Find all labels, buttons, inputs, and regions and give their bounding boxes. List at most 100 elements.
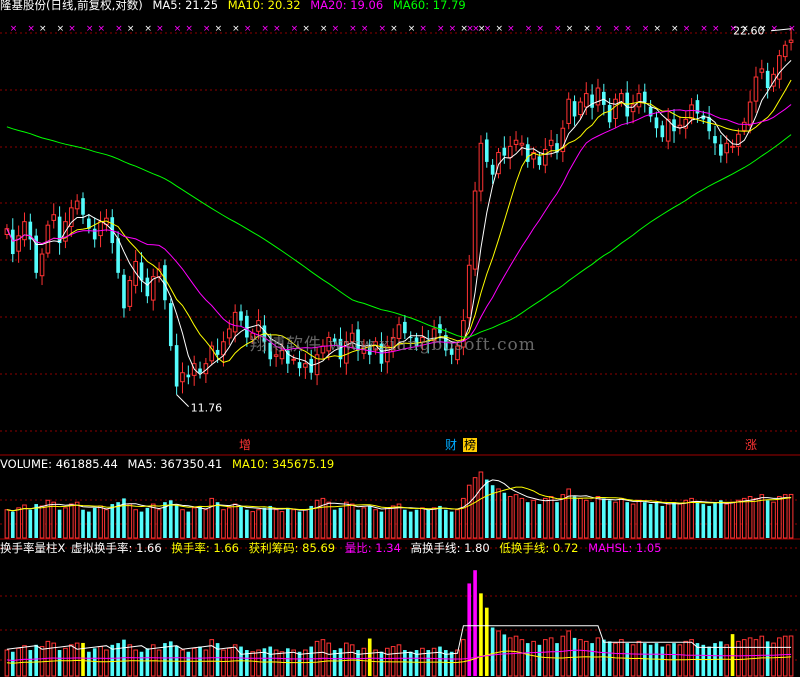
virtual-turnover-readout: 虚拟换手率: 1.66 bbox=[71, 541, 162, 555]
ma20-line bbox=[6, 104, 792, 354]
turnover-bar bbox=[250, 651, 256, 677]
turnover-rate-readout: 换手率: 1.66 bbox=[171, 541, 239, 555]
volume-bar bbox=[232, 503, 238, 539]
candle-body bbox=[273, 354, 279, 357]
volume-bar bbox=[648, 504, 653, 538]
volume-bar bbox=[150, 503, 156, 539]
candle-body bbox=[232, 311, 238, 333]
volume-bar bbox=[420, 507, 425, 539]
volume-bar bbox=[10, 511, 15, 538]
turnover-bar bbox=[163, 643, 167, 676]
volume-bar bbox=[788, 493, 794, 539]
volume-bar bbox=[256, 509, 261, 539]
turnover-bar bbox=[326, 642, 332, 677]
volume-bar bbox=[250, 511, 256, 539]
signal-mark: × bbox=[273, 24, 281, 34]
turnover-bar bbox=[226, 647, 232, 677]
volume-bar bbox=[414, 509, 419, 538]
signal-mark: × bbox=[624, 24, 632, 34]
volume-bar bbox=[408, 511, 413, 538]
volume-bar bbox=[356, 509, 360, 538]
badge-finance[interactable]: 财 bbox=[444, 438, 458, 452]
turnover-bar bbox=[765, 641, 770, 676]
volume-bar bbox=[513, 494, 519, 539]
candle-body bbox=[45, 224, 51, 254]
volume-bar bbox=[390, 505, 396, 539]
volume-bar bbox=[438, 505, 442, 538]
volume-bar bbox=[303, 509, 308, 539]
signal-mark: × bbox=[390, 24, 398, 34]
volume-bar bbox=[156, 509, 162, 539]
signal-mark: × bbox=[566, 24, 574, 34]
candle-body bbox=[537, 156, 542, 166]
low-price-label: 11.76 bbox=[191, 402, 223, 415]
signal-mark: × bbox=[554, 24, 562, 34]
signal-mark: × bbox=[419, 24, 427, 34]
vol-ma5-readout: MA5: 367350.41 bbox=[127, 457, 223, 471]
signal-mark: × bbox=[144, 24, 152, 34]
low-turnover-readout: 低换手线: 0.72 bbox=[499, 541, 579, 555]
candle-body bbox=[74, 200, 80, 210]
turnover-bar bbox=[16, 647, 21, 677]
signal-mark: × bbox=[507, 24, 515, 34]
candle-body bbox=[636, 93, 642, 108]
candle-body bbox=[607, 104, 612, 123]
volume-bar bbox=[68, 503, 74, 539]
signal-mark: × bbox=[613, 24, 621, 34]
turnover-bar bbox=[701, 644, 706, 676]
candle-body bbox=[215, 349, 220, 355]
turnover-panel-header: 换手率量柱X 虚拟换手率: 1.66 换手率: 1.66 获利筹码: 85.69… bbox=[0, 540, 667, 556]
badge-ranking[interactable]: 榜 bbox=[463, 438, 478, 452]
turnover-bar bbox=[256, 649, 261, 677]
turnover-bar bbox=[145, 648, 150, 676]
signal-mark: × bbox=[495, 24, 503, 34]
candle-body bbox=[22, 221, 27, 241]
turnover-bar bbox=[92, 648, 97, 676]
volume-bar bbox=[98, 505, 103, 539]
volume-bar bbox=[578, 497, 583, 539]
volume-bar bbox=[215, 502, 220, 538]
signal-mark: × bbox=[115, 24, 123, 34]
volume-bar bbox=[654, 502, 659, 538]
volume-bar bbox=[332, 509, 337, 538]
volume-bar bbox=[87, 511, 91, 538]
badge-increase[interactable]: 增 bbox=[238, 438, 252, 452]
candle-body bbox=[713, 136, 717, 144]
turnover-bar bbox=[496, 630, 501, 677]
volume-bar bbox=[765, 500, 770, 538]
signal-mark: × bbox=[378, 24, 386, 34]
profit-chips-readout: 获利筹码: 85.69 bbox=[248, 541, 336, 555]
volume-bar bbox=[51, 501, 57, 539]
turnover-bar bbox=[537, 644, 542, 676]
turnover-bar bbox=[531, 640, 536, 677]
turnover-bar bbox=[665, 644, 671, 677]
volume-bar bbox=[502, 492, 507, 538]
turnover-bar bbox=[689, 639, 694, 677]
volume-bar bbox=[174, 505, 179, 538]
signal-mark: × bbox=[156, 24, 164, 34]
candle-body bbox=[174, 345, 179, 387]
volume-bar bbox=[104, 509, 109, 539]
volume-bar bbox=[45, 499, 51, 539]
turnover-bar bbox=[186, 651, 191, 676]
volume-bar bbox=[180, 509, 185, 539]
volume-bar bbox=[286, 507, 290, 538]
volume-bar bbox=[221, 509, 226, 539]
candle-body bbox=[245, 315, 249, 338]
turnover-bar bbox=[513, 635, 519, 677]
volume-bar bbox=[344, 501, 349, 539]
volume-bar bbox=[630, 503, 636, 539]
signal-mark: × bbox=[408, 24, 416, 34]
turnover-bar bbox=[268, 646, 273, 676]
candle-body bbox=[548, 139, 554, 147]
ma5-readout: MA5: 21.25 bbox=[152, 0, 219, 12]
turnover-bar bbox=[525, 643, 530, 676]
turnover-bar bbox=[555, 643, 559, 676]
signal-mark: × bbox=[27, 24, 35, 34]
badge-rise[interactable]: 涨 bbox=[744, 438, 758, 452]
signal-mark: × bbox=[437, 24, 445, 34]
signal-mark: × bbox=[642, 24, 650, 34]
turnover-bar bbox=[484, 607, 489, 676]
volume-bar bbox=[268, 505, 273, 538]
candle-body bbox=[168, 303, 173, 347]
